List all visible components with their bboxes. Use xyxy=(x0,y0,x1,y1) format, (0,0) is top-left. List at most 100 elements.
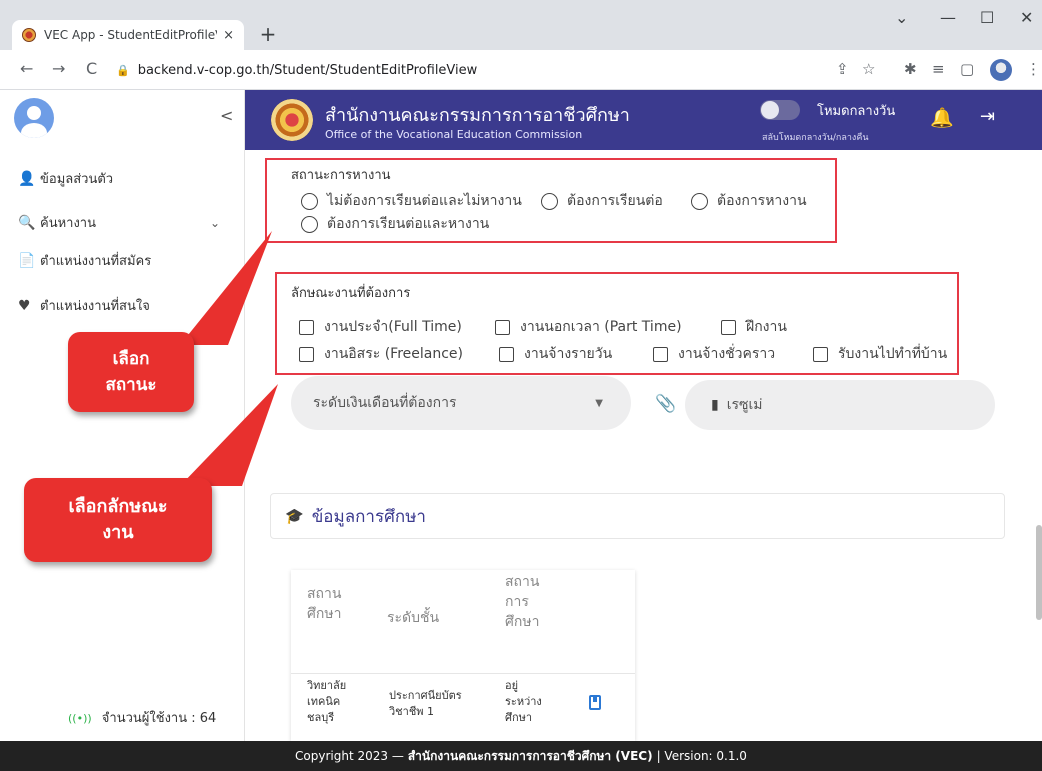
checkbox-box[interactable] xyxy=(721,319,736,335)
checkbox-box[interactable] xyxy=(499,346,514,362)
org-name-en: Office of the Vocational Education Commi… xyxy=(325,128,583,141)
col-header-level: ระดับชั้น xyxy=(387,610,440,626)
checkbox-work-from-home[interactable]: รับงานไปทำที่บ้าน xyxy=(813,343,947,365)
footer: Copyright 2023 — สำนักงานคณะกรรมการการอา… xyxy=(0,741,1042,771)
job-type-title: ลักษณะงานที่ต้องการ xyxy=(291,286,411,301)
online-users-label: จำนวนผู้ใช้งาน : 64 xyxy=(101,711,217,726)
url-text: backend.v-cop.go.th/Student/StudentEditP… xyxy=(137,62,478,78)
checkbox-internship[interactable]: ฝึกงาน xyxy=(721,316,787,338)
online-users: ((•)) จำนวนผู้ใช้งาน : 64 xyxy=(68,707,216,728)
radio-no-study-no-job[interactable]: ไม่ต้องการเรียนต่อและไม่หางาน xyxy=(301,190,522,212)
tab-search-icon[interactable]: ⌄ xyxy=(895,8,908,27)
checkbox-label: งานอิสระ (Freelance) xyxy=(324,346,463,362)
sidebar-item-label: ข้อมูลส่วนตัว xyxy=(40,172,114,187)
bookmark-icon[interactable] xyxy=(589,695,601,710)
radio-label: ต้องการเรียนต่อ xyxy=(567,193,663,209)
doc-check-icon: 📄 xyxy=(18,252,36,269)
radio-circle[interactable] xyxy=(301,215,318,233)
sidebar-item-profile[interactable]: 👤 ข้อมูลส่วนตัว xyxy=(18,168,113,189)
checkbox-part-time[interactable]: งานนอกเวลา (Part Time) xyxy=(495,316,682,338)
checkbox-temporary[interactable]: งานจ้างชั่วคราว xyxy=(653,343,775,365)
heart-icon: ♥ xyxy=(18,297,31,314)
address-bar-row: ← → C 🔒 backend.v-cop.go.th/Student/Stud… xyxy=(0,50,1042,90)
profile-avatar[interactable] xyxy=(990,59,1012,81)
cell-school: วิทยาลัย เทคนิค ชลบุรี xyxy=(307,679,347,724)
footer-version: | Version: 0.1.0 xyxy=(656,749,747,763)
radio-label: ไม่ต้องการเรียนต่อและไม่หางาน xyxy=(327,193,522,209)
table-divider xyxy=(291,673,635,674)
checkbox-box[interactable] xyxy=(653,346,668,362)
paperclip-icon[interactable]: 📎 xyxy=(655,394,676,414)
footer-prefix: Copyright 2023 — xyxy=(295,749,404,763)
checkbox-box[interactable] xyxy=(495,319,510,335)
logout-icon[interactable]: ⇥ xyxy=(980,106,995,127)
mode-sub-label: สลับโหมดกลางวัน/กลางคืน xyxy=(762,133,869,143)
reload-button[interactable]: C xyxy=(86,59,97,78)
radio-continue-study[interactable]: ต้องการเรียนต่อ xyxy=(541,190,663,212)
browser-tabbar: VEC App - StudentEditProfileVie × + ⌄ — … xyxy=(0,0,1042,50)
person-icon: 👤 xyxy=(18,170,36,187)
lock-icon: 🔒 xyxy=(116,63,130,77)
tab-close-icon[interactable]: × xyxy=(223,28,234,43)
forward-button[interactable]: → xyxy=(52,59,65,78)
salary-select[interactable]: ระดับเงินเดือนที่ต้องการ ▼ xyxy=(291,376,631,430)
back-button[interactable]: ← xyxy=(20,59,33,78)
reading-list-icon[interactable]: ≡ xyxy=(932,60,945,78)
cell-status: อยู่ ระหว่าง ศึกษา xyxy=(505,679,542,724)
radio-seek-job[interactable]: ต้องการหางาน xyxy=(691,190,807,212)
day-night-toggle[interactable] xyxy=(760,100,800,120)
footer-org: สำนักงานคณะกรรมการการอาชีวศึกษา (VEC) xyxy=(407,748,653,763)
checkbox-box[interactable] xyxy=(813,346,828,362)
mode-label: โหมดกลางวัน xyxy=(817,104,896,119)
graduation-cap-icon: 🎓 xyxy=(285,507,304,525)
checkbox-label: ฝึกงาน xyxy=(746,319,787,335)
radio-label: ต้องการเรียนต่อและหางาน xyxy=(327,216,490,232)
checkbox-freelance[interactable]: งานอิสระ (Freelance) xyxy=(299,343,463,365)
tab-title: VEC App - StudentEditProfileVie xyxy=(44,28,218,42)
extensions-icon[interactable]: ✱ xyxy=(904,60,917,78)
radio-circle[interactable] xyxy=(541,192,558,210)
url-field[interactable]: 🔒 backend.v-cop.go.th/Student/StudentEdi… xyxy=(116,56,836,84)
bell-icon[interactable]: 🔔 xyxy=(930,106,954,129)
signal-icon: ((•)) xyxy=(68,712,92,725)
radio-circle[interactable] xyxy=(691,192,708,210)
radio-circle[interactable] xyxy=(301,192,318,210)
document-icon: ▮ xyxy=(711,397,719,413)
col-header-school: สถาน ศึกษา xyxy=(307,586,342,622)
col-header-status: สถาน การ ศึกษา xyxy=(505,574,540,630)
close-window-button[interactable]: ✕ xyxy=(1020,8,1033,27)
minimize-button[interactable]: — xyxy=(940,8,956,27)
sidebar-item-label: ค้นหางาน xyxy=(40,216,96,231)
main-content: สถานะการหางาน ไม่ต้องการเรียนต่อและไม่หา… xyxy=(245,150,1042,741)
checkbox-full-time[interactable]: งานประจำ(Full Time) xyxy=(299,316,462,338)
checkbox-box[interactable] xyxy=(299,346,314,362)
radio-label: ต้องการหางาน xyxy=(717,193,807,209)
education-table: สถาน ศึกษา ระดับชั้น สถาน การ ศึกษา วิทย… xyxy=(291,570,635,741)
cell-level: ประกาศนียบัตร วิชาชีพ 1 xyxy=(389,689,462,718)
favicon-icon xyxy=(22,28,36,42)
collapse-sidebar-button[interactable]: < xyxy=(220,106,233,125)
checkbox-daily[interactable]: งานจ้างรายวัน xyxy=(499,343,612,365)
checkbox-label: งานจ้างชั่วคราว xyxy=(678,346,776,362)
menu-icon[interactable]: ⋮ xyxy=(1026,60,1041,78)
education-section-header: 🎓 ข้อมูลการศึกษา xyxy=(270,493,1005,539)
resume-upload-field[interactable]: ▮ เรซูเม่ xyxy=(685,380,995,430)
salary-placeholder: ระดับเงินเดือนที่ต้องการ xyxy=(313,395,457,411)
maximize-button[interactable]: ☐ xyxy=(980,8,994,27)
radio-study-and-job[interactable]: ต้องการเรียนต่อและหางาน xyxy=(301,213,489,235)
share-icon[interactable]: ⇪ xyxy=(836,60,849,78)
checkbox-box[interactable] xyxy=(299,319,314,335)
browser-tab[interactable]: VEC App - StudentEditProfileVie × xyxy=(12,20,244,50)
app-header: สำนักงานคณะกรรมการการอาชีวศึกษา Office o… xyxy=(245,90,1042,150)
avatar[interactable] xyxy=(14,98,54,138)
search-doc-icon: 🔍 xyxy=(18,214,36,231)
resume-label: เรซูเม่ xyxy=(726,397,763,413)
sidebar-item-job-search[interactable]: 🔍 ค้นหางาน ⌄ xyxy=(18,212,220,233)
page-scrollbar[interactable] xyxy=(1036,525,1042,620)
new-tab-button[interactable]: + xyxy=(254,20,282,48)
job-status-title: สถานะการหางาน xyxy=(291,168,391,183)
education-title: ข้อมูลการศึกษา xyxy=(311,506,426,527)
star-icon[interactable]: ☆ xyxy=(862,60,875,78)
side-panel-icon[interactable]: ▢ xyxy=(960,60,974,78)
org-name-th: สำนักงานคณะกรรมการการอาชีวศึกษา xyxy=(325,105,630,126)
